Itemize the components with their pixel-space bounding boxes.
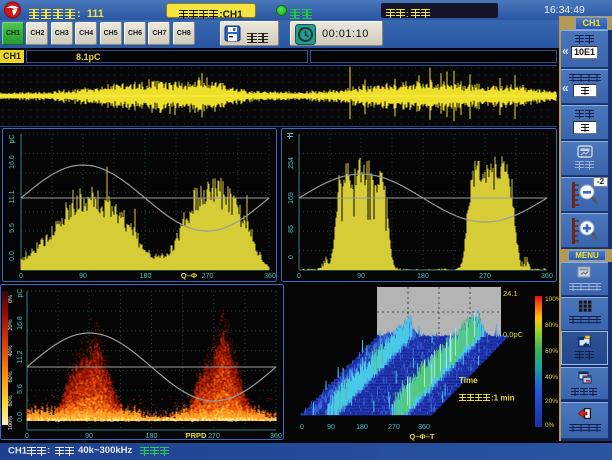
svg-text:11.2: 11.2 <box>17 350 24 363</box>
svg-text:180: 180 <box>140 273 152 280</box>
svg-text:11.1: 11.1 <box>9 190 16 203</box>
svg-text:90: 90 <box>357 273 365 280</box>
svg-text:80%: 80% <box>545 322 558 329</box>
svg-text:85: 85 <box>288 225 295 233</box>
svg-text:180: 180 <box>146 433 158 440</box>
svg-text:Q–Φ–T: Q–Φ–T <box>410 432 435 441</box>
svg-text:0%: 0% <box>545 422 555 429</box>
svg-text:100%: 100% <box>8 416 14 430</box>
svg-text:90: 90 <box>327 424 335 431</box>
svg-text:90: 90 <box>79 273 87 280</box>
svg-text:24.1: 24.1 <box>503 289 518 298</box>
svg-text:40%: 40% <box>8 345 14 356</box>
svg-text:0.0pC: 0.0pC <box>503 330 524 339</box>
svg-text:Time: Time <box>459 376 478 385</box>
svg-text:0: 0 <box>19 273 23 280</box>
svg-text:360: 360 <box>270 433 282 440</box>
svg-text:40%: 40% <box>545 374 558 381</box>
svg-text:270: 270 <box>388 424 400 431</box>
svg-text:180: 180 <box>417 273 429 280</box>
svg-text:pC: pC <box>17 289 24 298</box>
svg-text:169: 169 <box>288 192 295 204</box>
svg-text:270: 270 <box>208 433 220 440</box>
svg-text:60%: 60% <box>545 348 558 355</box>
svg-text:180: 180 <box>356 424 368 431</box>
svg-text:270: 270 <box>202 273 214 280</box>
svg-text:270: 270 <box>479 273 491 280</box>
svg-text:0: 0 <box>25 433 29 440</box>
svg-text:Q–Φ: Q–Φ <box>181 271 197 280</box>
svg-text:0: 0 <box>300 424 304 431</box>
svg-text:360: 360 <box>264 273 276 280</box>
svg-text:pC: pC <box>9 135 16 144</box>
svg-text:20%: 20% <box>8 319 14 330</box>
svg-text:90: 90 <box>85 433 93 440</box>
svg-text:0.0: 0.0 <box>17 412 24 422</box>
svg-text:5.5: 5.5 <box>9 223 16 233</box>
svg-text:16.8: 16.8 <box>17 316 24 330</box>
svg-text:360: 360 <box>418 424 430 431</box>
svg-text:0: 0 <box>288 255 295 259</box>
svg-text:0.0: 0.0 <box>9 251 16 261</box>
svg-text:360: 360 <box>541 273 553 280</box>
svg-text:60%: 60% <box>8 371 14 382</box>
svg-text:20%: 20% <box>545 398 558 405</box>
svg-text:16.6: 16.6 <box>9 155 16 169</box>
svg-text:0: 0 <box>297 273 301 280</box>
svg-text:254: 254 <box>288 157 295 169</box>
svg-text:PRPD: PRPD <box>186 431 207 440</box>
svg-text:0%: 0% <box>8 295 14 303</box>
svg-text:80%: 80% <box>8 395 14 406</box>
svg-text:5.6: 5.6 <box>17 384 24 394</box>
